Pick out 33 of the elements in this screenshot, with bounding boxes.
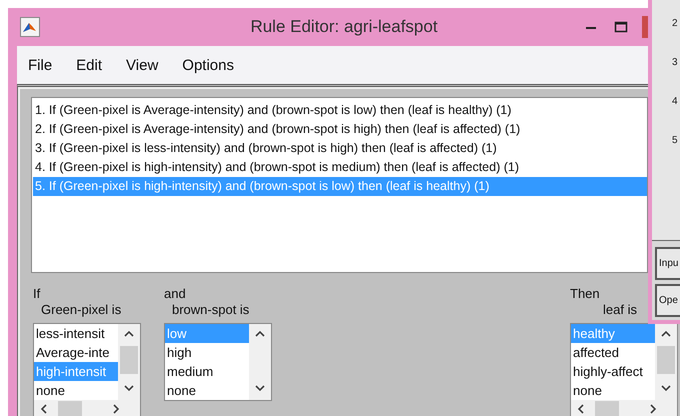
rule-row[interactable]: 2. If (Green-pixel is Average-intensity) and (brown-spot is high) then (leaf is affected) (1) — [33, 120, 647, 139]
term-listbox[interactable]: less-intensit Average-inte high-intensit none — [33, 323, 141, 416]
connective-label: and — [164, 286, 186, 302]
row-number: 4 — [672, 95, 679, 109]
rule-row[interactable]: 1. If (Green-pixel is Average-intensity) and (brown-spot is low) then (leaf is healthy) (1) — [33, 101, 647, 120]
term-item[interactable]: highly-affect — [571, 362, 655, 381]
term-item[interactable]: less-intensit — [34, 324, 118, 343]
term-item[interactable]: Average-inte — [34, 343, 118, 362]
term-listbox[interactable]: low high medium none — [164, 323, 272, 401]
background-button[interactable]: Ope — [655, 284, 680, 317]
rule-row[interactable]: 4. If (Green-pixel is high-intensity) and (brown-spot is medium) then (leaf is affected) (1) — [33, 158, 647, 177]
term-listbox[interactable]: healthy affected highly-affect none — [570, 323, 678, 416]
menu-item[interactable]: Options — [182, 56, 234, 74]
variable-label: leaf is — [602, 302, 637, 318]
row-number: 5 — [672, 134, 679, 148]
row-number: 3 — [672, 56, 679, 70]
rule-row[interactable]: 3. If (Green-pixel is less-intensity) and (brown-spot is high) then (leaf is affected) (1) — [33, 139, 647, 158]
connective-label: If — [33, 286, 40, 302]
row-number: 2 — [672, 17, 679, 31]
term-item[interactable]: none — [165, 381, 249, 400]
term-item[interactable]: none — [571, 381, 655, 400]
variable-label: Green-pixel is — [40, 302, 122, 318]
term-item[interactable]: medium — [165, 362, 249, 381]
connective-label: Then — [570, 286, 600, 302]
menu-item[interactable]: View — [126, 56, 158, 74]
menu-item[interactable]: Edit — [76, 56, 102, 74]
term-item[interactable]: high — [165, 343, 249, 362]
term-item[interactable]: none — [34, 381, 118, 400]
window-title: Rule Editor: agri-leafspot — [249, 17, 439, 37]
menu-item[interactable]: File — [28, 56, 52, 74]
variable-label: brown-spot is — [171, 302, 250, 318]
term-item[interactable]: affected — [571, 343, 655, 362]
background-button[interactable]: Inpu — [655, 247, 680, 280]
